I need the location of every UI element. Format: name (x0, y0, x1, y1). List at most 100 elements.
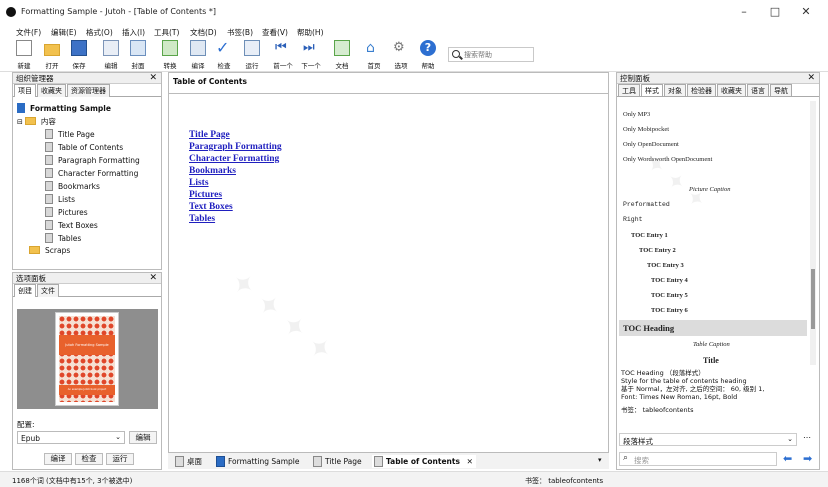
convert-button[interactable]: 转换 (158, 39, 182, 71)
toc-link[interactable]: Lists (189, 178, 209, 188)
style-item[interactable]: Right (623, 216, 643, 223)
control-panel-close-icon[interactable]: ✕ (807, 73, 815, 84)
compile-button[interactable]: 编译 (44, 453, 72, 465)
style-item[interactable]: Only OpenDocument (623, 141, 679, 148)
tab-styles[interactable]: 样式 (641, 84, 663, 96)
document-button[interactable]: 文档 (330, 39, 354, 71)
style-item[interactable]: TOC Entry 6 (651, 307, 688, 314)
style-item-selected[interactable]: TOC Heading (619, 320, 807, 336)
help-search-box[interactable] (448, 47, 534, 62)
edit-button[interactable]: 编辑 (99, 39, 123, 71)
close-tab-icon[interactable]: ✕ (467, 455, 473, 468)
style-search-input[interactable]: ⌕ 搜索 (619, 452, 777, 466)
tree-item[interactable]: Paragraph Formatting (45, 155, 140, 165)
previous-button[interactable]: ⏮ 前一个 (271, 39, 295, 71)
style-item[interactable]: Preformatted (623, 201, 670, 208)
tree-item[interactable]: Title Page (45, 129, 95, 139)
style-item[interactable]: TOC Entry 2 (639, 247, 676, 254)
tree-item[interactable]: Character Formatting (45, 168, 138, 178)
tab-inspector[interactable]: 检验器 (687, 84, 716, 96)
toc-link[interactable]: Pictures (189, 190, 222, 200)
config-select[interactable]: Epub ⌄ (17, 431, 125, 444)
menu-document[interactable]: 文档(D) (190, 27, 217, 38)
style-item[interactable]: Title (703, 356, 719, 365)
tab-formatting-sample[interactable]: Formatting Sample (214, 455, 299, 468)
toc-link[interactable]: Paragraph Formatting (189, 142, 282, 152)
open-button[interactable]: 打开 (40, 39, 64, 71)
toc-link[interactable]: Title Page (189, 130, 230, 140)
help-search-input[interactable] (464, 50, 532, 60)
toc-link[interactable]: Tables (189, 214, 215, 224)
collapse-icon[interactable]: ⊟ (17, 118, 23, 126)
toc-link[interactable]: Bookmarks (189, 166, 236, 176)
help-button[interactable]: ? 帮助 (416, 39, 440, 71)
organizer-close-icon[interactable]: ✕ (149, 73, 157, 84)
tab-navigation[interactable]: 导航 (770, 84, 792, 96)
tab-table-of-contents[interactable]: Table of Contents ✕ (372, 455, 476, 468)
scrollbar-thumb[interactable] (811, 269, 815, 329)
tab-language[interactable]: 语言 (747, 84, 769, 96)
style-item[interactable]: Only MP3 (623, 111, 650, 118)
tab-files[interactable]: 文件 (37, 284, 59, 297)
menu-file[interactable]: 文件(F) (16, 27, 41, 38)
menu-view[interactable]: 查看(V) (262, 27, 288, 38)
run-button[interactable]: 运行 (106, 453, 134, 465)
tree-item[interactable]: Pictures (45, 207, 88, 217)
close-button[interactable]: ✕ (792, 4, 820, 20)
toc-link[interactable]: Character Formatting (189, 154, 279, 164)
check-button[interactable]: ✓ 检查 (212, 39, 236, 71)
tab-project[interactable]: 项目 (14, 84, 36, 97)
menu-edit[interactable]: 编辑(E) (51, 27, 77, 38)
style-item[interactable]: TOC Entry 3 (647, 262, 684, 269)
minimize-button[interactable]: – (730, 4, 758, 20)
tree-item[interactable]: Table of Contents (45, 142, 123, 152)
tab-create[interactable]: 创建 (14, 284, 36, 297)
save-button[interactable]: 保存 (67, 39, 91, 71)
tab-favorites[interactable]: 收藏夹 (717, 84, 746, 96)
options-button[interactable]: ⚙ 选项 (389, 39, 413, 71)
document-editor[interactable]: Table of Contents Title Page Paragraph F… (168, 72, 609, 467)
tree-item[interactable]: Tables (45, 233, 81, 243)
tree-item[interactable]: Bookmarks (45, 181, 100, 191)
style-item[interactable]: Only Mobipocket (623, 126, 669, 133)
tree-item[interactable]: Lists (45, 194, 75, 204)
menu-help[interactable]: 帮助(H) (297, 27, 324, 38)
style-item[interactable]: TOC Entry 5 (651, 292, 688, 299)
tab-list-icon[interactable]: ▾ (598, 456, 602, 464)
options-close-icon[interactable]: ✕ (149, 273, 157, 284)
check-button[interactable]: 检查 (75, 453, 103, 465)
maximize-button[interactable]: □ (761, 4, 789, 20)
more-icon[interactable]: ⋯ (803, 433, 811, 442)
tab-tools[interactable]: 工具 (618, 84, 640, 96)
style-list-scrollbar[interactable] (810, 101, 816, 365)
style-item[interactable]: TOC Entry 1 (631, 232, 668, 239)
style-item[interactable]: TOC Entry 4 (651, 277, 688, 284)
tree-content-folder[interactable]: ⊟ 内容 (17, 116, 56, 127)
tab-explorer[interactable]: 资源管理器 (67, 84, 110, 97)
tab-desktop[interactable]: 桌面 (173, 455, 202, 468)
style-list[interactable]: Only MP3 Only Mobipocket Only OpenDocume… (619, 101, 807, 365)
tab-favorites[interactable]: 收藏夹 (37, 84, 66, 97)
menu-format[interactable]: 格式(O) (86, 27, 113, 38)
tree-project[interactable]: Formatting Sample (17, 103, 111, 113)
style-type-select[interactable]: 段落样式 ⌄ (619, 433, 797, 446)
toc-link[interactable]: Text Boxes (189, 202, 233, 212)
run-button[interactable]: 运行 (240, 39, 264, 71)
tab-title-page[interactable]: Title Page (311, 455, 362, 468)
menu-bookmarks[interactable]: 书签(B) (227, 27, 253, 38)
arrow-left-icon[interactable]: ⬅ (783, 452, 792, 465)
cover-button[interactable]: 封面 (126, 39, 150, 71)
tree-scraps-folder[interactable]: Scraps (29, 246, 70, 255)
tree-item[interactable]: Text Boxes (45, 220, 98, 230)
config-edit-button[interactable]: 编辑 (129, 431, 157, 444)
style-item[interactable]: Table Caption (693, 341, 730, 348)
arrow-right-icon[interactable]: ➡ (803, 452, 812, 465)
menu-insert[interactable]: 插入(I) (122, 27, 145, 38)
compile-button[interactable]: 编译 (186, 39, 210, 71)
new-button[interactable]: 新建 (12, 39, 36, 71)
home-button[interactable]: ⌂ 首页 (362, 39, 386, 71)
next-button[interactable]: ⏭ 下一个 (299, 39, 323, 71)
menu-tools[interactable]: 工具(T) (154, 27, 179, 38)
chevron-down-icon: ⌄ (115, 433, 121, 441)
tab-objects[interactable]: 对象 (664, 84, 686, 96)
